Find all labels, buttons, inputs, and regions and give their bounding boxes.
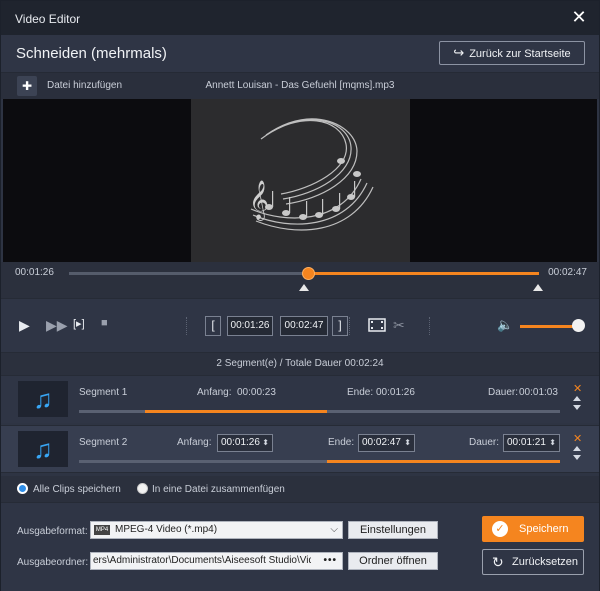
move-down-icon[interactable] xyxy=(573,455,581,460)
move-up-icon[interactable] xyxy=(573,446,581,451)
film-clip-icon[interactable] xyxy=(368,317,386,336)
music-note-icon: ♫ xyxy=(18,381,68,417)
playback-controls: ▶ ▶▶ [▸] ■ [ 00:01:26 00:02:47 ] ✂ 🔈 xyxy=(1,298,599,353)
svg-text:𝄞: 𝄞 xyxy=(249,180,269,221)
reset-button-label: Zurücksetzen xyxy=(512,556,579,568)
output-folder-value: ers\Administrator\Documents\Aiseesoft St… xyxy=(93,555,311,566)
end-time-field[interactable]: 00:02:47 xyxy=(280,316,328,336)
divider xyxy=(186,317,187,335)
header: Schneiden (mehrmals) ↪ Zurück zur Startse… xyxy=(1,35,599,73)
stop-icon[interactable]: ■ xyxy=(101,317,108,329)
volume-slider[interactable] xyxy=(520,325,578,328)
segment-start-field[interactable]: 00:01:26 ⬍ xyxy=(217,434,273,452)
total-time: 00:02:47 xyxy=(548,267,587,278)
save-options: Alle Clips speichern In eine Datei zusam… xyxy=(1,476,599,502)
end-marker[interactable] xyxy=(533,284,543,291)
reset-icon: ↻ xyxy=(492,554,504,570)
segment-end: 00:02:47 xyxy=(362,437,401,448)
video-format-icon: MP4 xyxy=(94,525,110,535)
current-time: 00:01:26 xyxy=(15,267,54,278)
music-artwork: 𝄞 xyxy=(191,99,410,262)
segment-duration: 00:01:21 xyxy=(507,437,546,448)
scissors-icon[interactable]: ✂ xyxy=(393,317,405,334)
reset-button[interactable]: ↻ Zurücksetzen xyxy=(482,549,584,575)
delete-segment-icon[interactable]: ✕ xyxy=(573,432,582,445)
output-format-select[interactable]: MP4 MPEG-4 Video (*.mp4) ⌵ xyxy=(90,521,343,539)
segment-range-bar xyxy=(79,460,560,463)
timeline: 00:01:26 00:02:47 xyxy=(1,262,599,298)
start-marker[interactable] xyxy=(299,284,309,291)
file-name: Annett Louisan - Das Gefuehl [mqms].mp3 xyxy=(205,80,395,91)
save-all-radio[interactable] xyxy=(17,483,28,494)
segment-range-fill xyxy=(145,410,327,413)
window-title: Video Editor xyxy=(15,12,81,26)
output-folder-label: Ausgabeordner: xyxy=(17,557,89,568)
merge-label[interactable]: In eine Datei zusammenfügen xyxy=(152,484,285,495)
segment-duration-field[interactable]: 00:01:21 ⬍ xyxy=(503,434,560,452)
move-down-icon[interactable] xyxy=(573,405,581,410)
segment-name: Segment 2 xyxy=(79,437,128,448)
end-label: Ende: xyxy=(328,437,355,448)
divider xyxy=(429,317,430,335)
output-folder-field[interactable]: ers\Administrator\Documents\Aiseesoft St… xyxy=(90,552,343,570)
video-editor-window: Video Editor ✕ Schneiden (mehrmals) ↪ Zur… xyxy=(0,0,600,591)
spinner-icon[interactable]: ⬍ xyxy=(404,435,411,451)
save-button[interactable]: ✓ Speichern xyxy=(482,516,584,542)
divider xyxy=(349,317,350,335)
set-start-button[interactable]: [ xyxy=(205,316,221,336)
set-end-button[interactable]: ] xyxy=(332,316,348,336)
open-folder-button[interactable]: Ordner öffnen xyxy=(348,552,438,570)
output-panel: Ausgabeformat: MP4 MPEG-4 Video (*.mp4) … xyxy=(1,502,599,591)
segment-row[interactable]: ♫ Segment 1 Anfang: 00:00:23 Ende: 00:01… xyxy=(1,375,599,423)
segment-summary: 2 Segment(e) / Totale Dauer 00:02:24 xyxy=(1,353,599,375)
delete-segment-icon[interactable]: ✕ xyxy=(573,382,582,395)
segment-range-fill xyxy=(327,460,560,463)
spinner-icon[interactable]: ⬍ xyxy=(549,435,556,451)
chevron-down-icon: ⌵ xyxy=(330,524,338,535)
merge-radio[interactable] xyxy=(137,483,148,494)
fast-forward-icon[interactable]: ▶▶ xyxy=(46,317,68,334)
frame-step-icon[interactable]: [▸] xyxy=(73,317,85,330)
start-label: Anfang: xyxy=(197,387,232,398)
segment-duration: 00:01:03 xyxy=(519,387,558,398)
move-up-icon[interactable] xyxy=(573,396,581,401)
playhead-handle[interactable] xyxy=(302,267,315,280)
spinner-icon[interactable]: ⬍ xyxy=(262,435,269,451)
segment-row[interactable]: ♫ Segment 2 Anfang: 00:01:26 ⬍ Ende: 00:0… xyxy=(1,425,599,473)
close-icon[interactable]: ✕ xyxy=(571,8,587,26)
duration-label: Dauer: xyxy=(488,387,519,398)
start-label: Anfang: xyxy=(177,437,212,448)
segment-start: 00:00:23 xyxy=(237,387,276,398)
back-to-start-button[interactable]: ↪ Zurück zur Startseite xyxy=(439,41,585,65)
settings-button[interactable]: Einstellungen xyxy=(348,521,438,539)
music-swirl-artwork: 𝄞 xyxy=(249,118,374,231)
browse-dots-icon[interactable]: ••• xyxy=(323,553,337,569)
save-button-label: Speichern xyxy=(519,523,569,535)
segment-name: Segment 1 xyxy=(79,387,128,398)
seek-slider[interactable] xyxy=(69,267,539,280)
output-format-label: Ausgabeformat: xyxy=(17,526,88,537)
save-all-label[interactable]: Alle Clips speichern xyxy=(33,484,121,495)
volume-handle[interactable] xyxy=(572,319,585,332)
output-format-value: MPEG-4 Video (*.mp4) xyxy=(115,524,218,535)
start-time-field[interactable]: 00:01:26 xyxy=(227,316,273,336)
volume-icon[interactable]: 🔈 xyxy=(497,317,513,333)
music-note-icon: ♫ xyxy=(18,431,68,467)
check-icon: ✓ xyxy=(492,521,508,537)
segment-start: 00:01:26 xyxy=(221,437,260,448)
end-label: Ende: xyxy=(347,387,374,398)
duration-label: Dauer: xyxy=(469,437,500,448)
page-title: Schneiden (mehrmals) xyxy=(16,45,167,62)
segment-end: 00:01:26 xyxy=(376,387,415,398)
segment-end-field[interactable]: 00:02:47 ⬍ xyxy=(358,434,415,452)
return-arrow-icon: ↪ xyxy=(453,45,465,60)
play-icon[interactable]: ▶ xyxy=(19,317,30,334)
preview-area: 𝄞 xyxy=(3,99,597,262)
title-bar: Video Editor ✕ xyxy=(1,1,599,35)
back-button-label: Zurück zur Startseite xyxy=(469,48,571,60)
selected-range xyxy=(308,272,539,275)
segment-range-bar xyxy=(79,410,560,413)
file-bar: ✚ Datei hinzufügen Annett Louisan - Das … xyxy=(1,73,599,99)
